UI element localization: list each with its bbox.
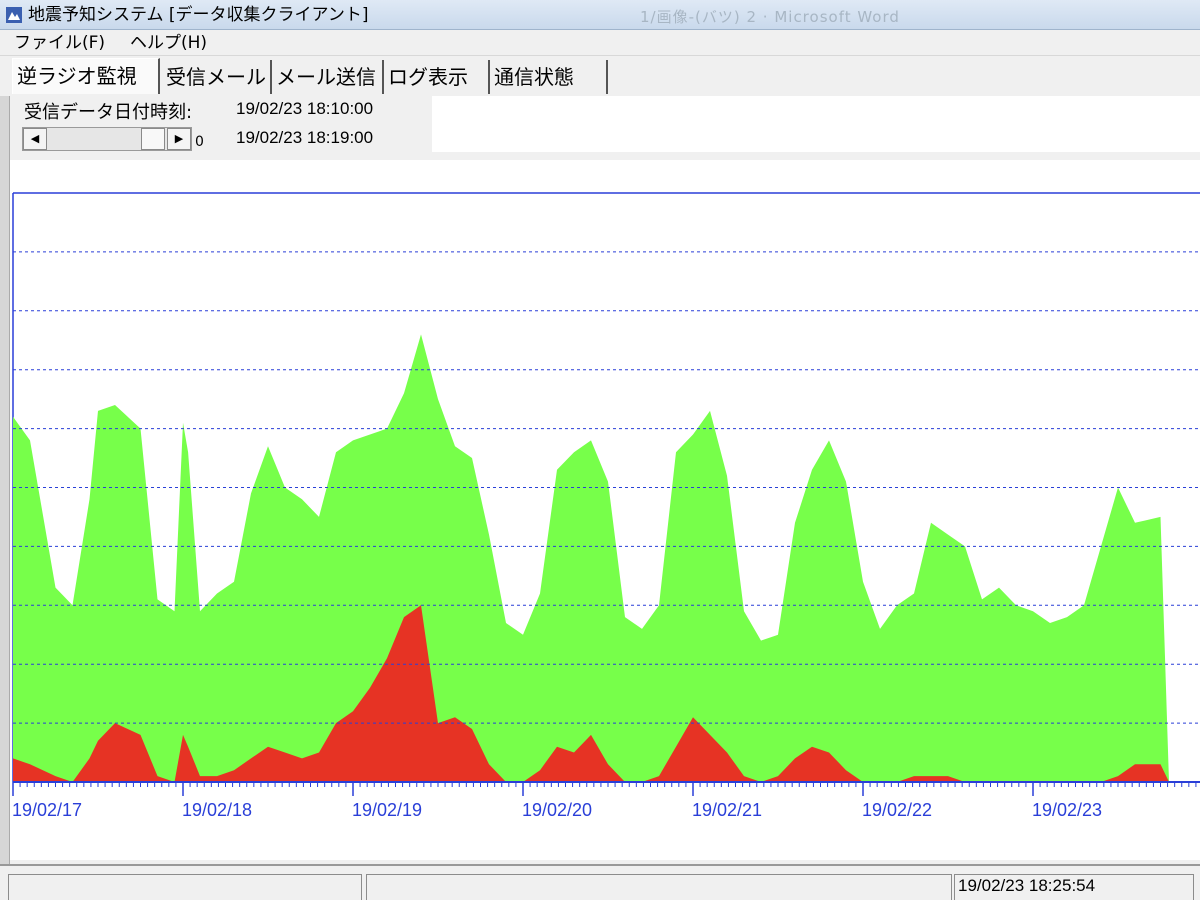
status-timestamp: 19/02/23 18:25:54 [958,876,1096,895]
x-tick-label: 19/02/18 [182,800,253,820]
menu-help[interactable]: ヘルプ(H) [130,32,207,54]
tab-label: 受信メール [166,65,266,89]
received-datetime-label: 受信データ日付時刻: [24,102,193,123]
tab-connection-status[interactable]: 通信状態 [490,60,608,94]
tab-label: 通信状態 [494,65,574,89]
background-window-title: 1/画像-(バツ) 2 · Microsoft Word [640,8,900,26]
x-tick-label: 19/02/17 [12,800,83,820]
tab-send-mail[interactable]: メール送信 [272,60,384,94]
x-tick-label: 19/02/22 [862,800,933,820]
menu-file[interactable]: ファイル(F) [14,32,105,54]
status-pane-2 [366,874,952,900]
series-area-0 [13,334,1169,782]
tab-log-view[interactable]: ログ表示 [384,60,490,94]
tab-label: メール送信 [276,65,376,89]
status-pane-1 [8,874,362,900]
tab-label: ログ表示 [388,65,468,89]
time-scrollbar[interactable]: ◀ ▶ [22,127,192,151]
x-tick-label: 19/02/23 [1032,800,1103,820]
tab-received-mail[interactable]: 受信メール [162,60,272,94]
scroll-right-arrow-icon[interactable]: ▶ [167,128,191,150]
window-title: 地震予知システム [データ収集クライアント] [28,5,369,25]
info-panel [432,96,1200,152]
received-time-1: 19/02/23 18:10:00 [236,99,374,118]
left-window-edge [0,96,10,900]
chart-area: 19/02/17 19/02/18 19/02/19 19/02/20 19/0… [10,160,1200,860]
time-series-chart [12,192,1200,796]
x-tick-label: 19/02/21 [692,800,763,820]
scroll-thumb[interactable] [141,128,165,150]
scroll-left-arrow-icon[interactable]: ◀ [23,128,47,150]
tab-reverse-radio[interactable]: 逆ラジオ監視 [12,58,160,94]
x-tick-label: 19/02/20 [522,800,593,820]
title-bar: 地震予知システム [データ収集クライアント] 1/画像-(バツ) 2 · Mic… [0,0,1200,30]
tab-label: 逆ラジオ監視 [17,64,137,88]
received-time-2: 19/02/23 18:19:00 [236,128,374,147]
menu-bar: ファイル(F) ヘルプ(H) [0,30,1200,56]
scroll-value: 0 [195,134,204,150]
app-icon [6,7,22,23]
x-tick-label: 19/02/19 [352,800,423,820]
